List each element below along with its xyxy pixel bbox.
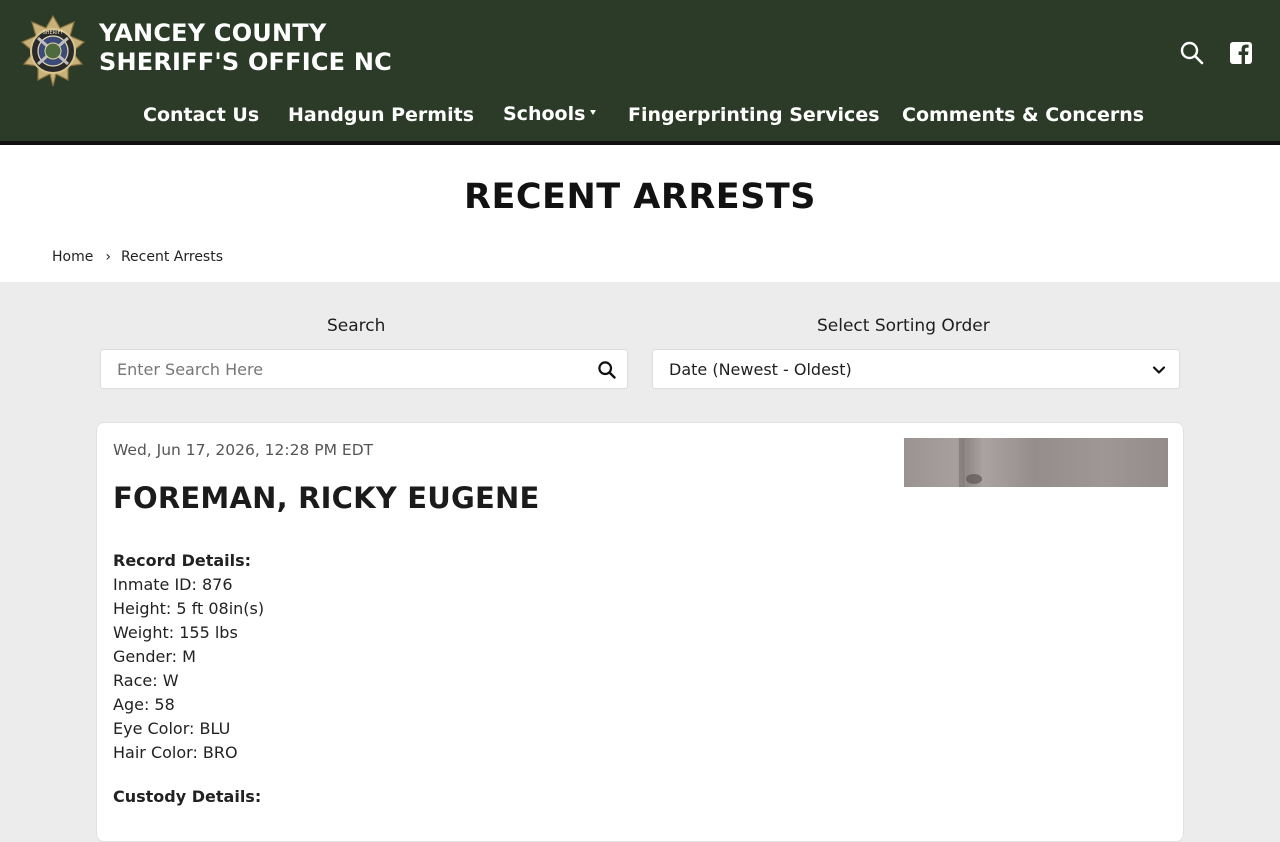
svg-text:SHERIFF: SHERIFF <box>43 30 64 36</box>
mugshot-image[interactable] <box>904 438 1168 487</box>
detail-race: Race: W <box>113 671 179 690</box>
chevron-down-icon <box>1152 366 1166 374</box>
nav-schools-label: Schools <box>503 103 586 125</box>
breadcrumb-home-link[interactable]: Home <box>52 249 93 265</box>
page-hero: RECENT ARRESTS Home › Recent Arrests <box>0 145 1280 282</box>
sort-select[interactable]: Date (Newest - Oldest) <box>652 349 1180 389</box>
breadcrumb: Home › Recent Arrests <box>52 249 223 265</box>
custody-details-heading: Custody Details: <box>113 787 262 806</box>
breadcrumb-separator-icon: › <box>105 249 111 265</box>
site-header: SHERIFF YANCEY COUNTY SHERIFF'S OFFICE N… <box>0 0 1280 141</box>
detail-hair-color: Hair Color: BRO <box>113 743 238 762</box>
sort-label: Select Sorting Order <box>817 316 990 336</box>
record-details: Record Details: Inmate ID: 876 Height: 5… <box>113 549 264 765</box>
main-nav: Contact Us Handgun Permits Schools Finge… <box>0 103 1280 138</box>
caret-down-icon <box>590 110 597 115</box>
arrest-record-card: Wed, Jun 17, 2026, 12:28 PM EDT FOREMAN,… <box>96 422 1184 842</box>
search-icon[interactable] <box>1179 40 1205 66</box>
nav-comments-concerns[interactable]: Comments & Concerns <box>902 104 1144 126</box>
nav-contact-us[interactable]: Contact Us <box>143 104 259 126</box>
detail-eye-color: Eye Color: BLU <box>113 719 231 738</box>
site-title[interactable]: YANCEY COUNTY SHERIFF'S OFFICE NC <box>99 19 392 77</box>
mugshot-detail <box>966 474 982 484</box>
record-details-heading: Record Details: <box>113 551 252 570</box>
detail-weight: Weight: 155 lbs <box>113 623 238 642</box>
site-title-line1: YANCEY COUNTY <box>99 19 327 47</box>
breadcrumb-current: Recent Arrests <box>120 249 224 265</box>
arrestee-name[interactable]: FOREMAN, RICKY EUGENE <box>113 481 540 515</box>
search-input[interactable] <box>101 350 581 388</box>
detail-inmate-id: Inmate ID: 876 <box>113 575 233 594</box>
mugshot-shadow <box>959 438 965 487</box>
nav-fingerprinting-services[interactable]: Fingerprinting Services <box>628 104 880 126</box>
detail-age: Age: 58 <box>113 695 175 714</box>
sheriff-badge-icon[interactable]: SHERIFF <box>20 14 86 88</box>
site-title-line2: SHERIFF'S OFFICE NC <box>99 48 392 76</box>
page-title: RECENT ARRESTS <box>464 177 816 217</box>
nav-handgun-permits[interactable]: Handgun Permits <box>288 104 474 126</box>
search-field <box>100 349 628 389</box>
facebook-icon[interactable] <box>1228 40 1254 66</box>
arrest-date: Wed, Jun 17, 2026, 12:28 PM EDT <box>113 441 374 459</box>
detail-gender: Gender: M <box>113 647 196 666</box>
search-label: Search <box>327 316 386 336</box>
detail-height: Height: 5 ft 08in(s) <box>113 599 265 618</box>
sort-selected-value: Date (Newest - Oldest) <box>669 360 852 379</box>
search-submit-icon[interactable] <box>597 360 617 380</box>
nav-schools[interactable]: Schools <box>503 103 597 125</box>
